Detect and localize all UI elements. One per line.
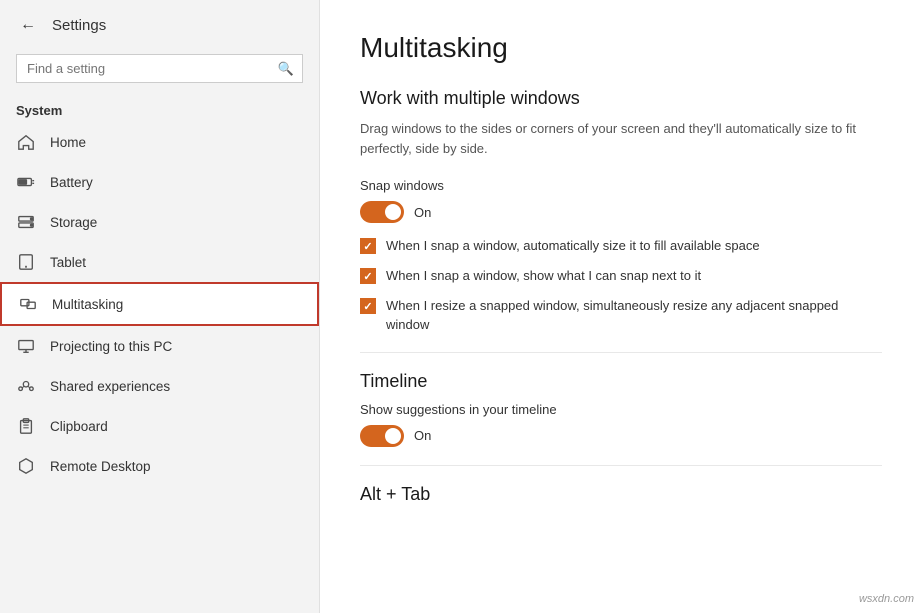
multitasking-icon xyxy=(18,294,38,314)
sidebar-item-battery[interactable]: Battery xyxy=(0,162,319,202)
checkbox-row-2: When I snap a window, show what I can sn… xyxy=(360,267,882,285)
snap-windows-label: Snap windows xyxy=(360,178,882,193)
timeline-toggle[interactable] xyxy=(360,425,404,447)
sidebar-item-tablet-label: Tablet xyxy=(50,255,86,270)
section-windows-desc: Drag windows to the sides or corners of … xyxy=(360,119,882,158)
sidebar-item-battery-label: Battery xyxy=(50,175,93,190)
snap-toggle-text: On xyxy=(414,205,431,220)
projecting-icon xyxy=(16,336,36,356)
sidebar-item-home[interactable]: Home xyxy=(0,122,319,162)
timeline-toggle-label: Show suggestions in your timeline xyxy=(360,402,882,417)
timeline-toggle-track xyxy=(360,425,404,447)
sidebar-item-remote-label: Remote Desktop xyxy=(50,459,151,474)
page-title: Multitasking xyxy=(360,32,882,64)
snap-toggle-thumb xyxy=(385,204,401,220)
home-icon xyxy=(16,132,36,152)
timeline-toggle-text: On xyxy=(414,428,431,443)
sidebar-item-storage[interactable]: Storage xyxy=(0,202,319,242)
timeline-toggle-thumb xyxy=(385,428,401,444)
checkbox-label-2: When I snap a window, show what I can sn… xyxy=(386,267,701,285)
checkbox-1[interactable] xyxy=(360,238,376,254)
section-windows-title: Work with multiple windows xyxy=(360,88,882,109)
sidebar-item-multitasking[interactable]: Multitasking xyxy=(0,282,319,326)
divider-2 xyxy=(360,465,882,466)
search-box[interactable]: 🔍 xyxy=(16,54,303,83)
divider-1 xyxy=(360,352,882,353)
timeline-toggle-row: On xyxy=(360,425,882,447)
snap-toggle-track xyxy=(360,201,404,223)
battery-icon xyxy=(16,172,36,192)
sidebar: ← Settings 🔍 System Home Battery xyxy=(0,0,320,613)
sidebar-item-home-label: Home xyxy=(50,135,86,150)
shared-icon xyxy=(16,376,36,396)
snap-toggle-row: On xyxy=(360,201,882,223)
system-label: System xyxy=(0,95,319,122)
snap-toggle[interactable] xyxy=(360,201,404,223)
sidebar-item-clipboard[interactable]: Clipboard xyxy=(0,406,319,446)
sidebar-title: Settings xyxy=(52,17,106,34)
sidebar-item-projecting[interactable]: Projecting to this PC xyxy=(0,326,319,366)
sidebar-item-tablet[interactable]: Tablet xyxy=(0,242,319,282)
sidebar-item-shared[interactable]: Shared experiences xyxy=(0,366,319,406)
watermark: wsxdn.com xyxy=(859,593,914,605)
tablet-icon xyxy=(16,252,36,272)
sidebar-item-remote[interactable]: Remote Desktop xyxy=(0,446,319,486)
clipboard-icon xyxy=(16,416,36,436)
sidebar-item-storage-label: Storage xyxy=(50,215,97,230)
back-button[interactable]: ← xyxy=(16,12,40,38)
sidebar-item-multitasking-label: Multitasking xyxy=(52,297,123,312)
checkbox-label-1: When I snap a window, automatically size… xyxy=(386,237,760,255)
checkbox-row-3: When I resize a snapped window, simultan… xyxy=(360,297,882,333)
sidebar-item-projecting-label: Projecting to this PC xyxy=(50,339,172,354)
section-timeline-title: Timeline xyxy=(360,371,882,392)
remote-icon xyxy=(16,456,36,476)
sidebar-header: ← Settings xyxy=(0,0,319,50)
checkbox-2[interactable] xyxy=(360,268,376,284)
search-icon: 🔍 xyxy=(270,61,302,77)
checkbox-label-3: When I resize a snapped window, simultan… xyxy=(386,297,882,333)
checkbox-3[interactable] xyxy=(360,298,376,314)
sidebar-item-clipboard-label: Clipboard xyxy=(50,419,108,434)
storage-icon xyxy=(16,212,36,232)
section-alttab-title: Alt + Tab xyxy=(360,484,882,505)
main-content: Multitasking Work with multiple windows … xyxy=(320,0,922,613)
checkbox-row-1: When I snap a window, automatically size… xyxy=(360,237,882,255)
sidebar-item-shared-label: Shared experiences xyxy=(50,379,170,394)
search-input[interactable] xyxy=(17,55,270,82)
